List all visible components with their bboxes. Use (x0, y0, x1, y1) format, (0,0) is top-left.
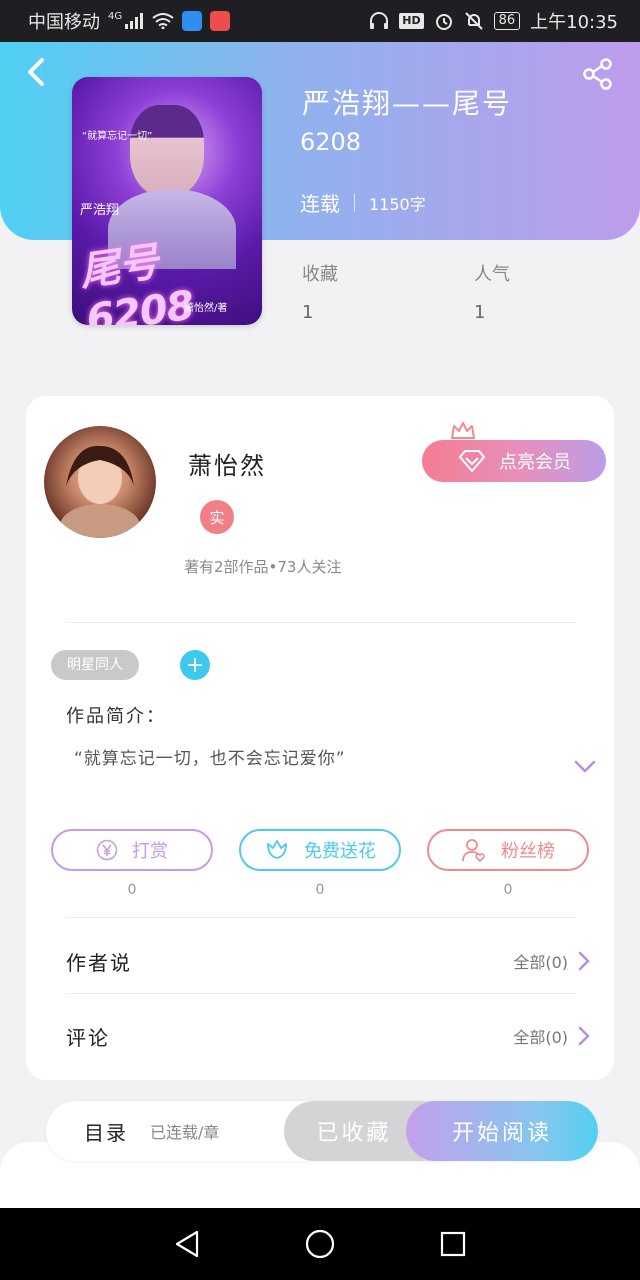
intro-text: “就算忘记一切，也不会忘记爱你” (74, 749, 346, 769)
share-icon (583, 58, 612, 90)
add-tag-button[interactable]: + (180, 650, 210, 680)
book-cover[interactable]: “就算忘记一切” 严浩翔 尾号6208 萧怡然/著 (72, 77, 262, 325)
nav-recents-button[interactable] (433, 1224, 473, 1264)
book-title: 严浩翔——尾号 (302, 87, 513, 120)
avatar-portrait-icon (60, 445, 140, 538)
popularity-value: 1 (474, 302, 486, 323)
shield-app-icon (182, 11, 203, 31)
author-meta: 著有2部作品•73人关注 (184, 558, 342, 576)
comments-title: 评论 (66, 1025, 110, 1050)
collect-label: 收藏 (302, 264, 338, 285)
wifi-icon (152, 13, 174, 29)
reading-action-bar: 目录 已连载/章 已收藏 开始阅读 (46, 1101, 598, 1161)
hd-icon: HD (399, 13, 424, 29)
share-button[interactable] (580, 56, 616, 92)
chevron-right-icon (578, 1026, 590, 1046)
signal-icon (124, 13, 144, 29)
chevron-right-icon (578, 951, 590, 971)
comments-all: 全部(0) (513, 1028, 568, 1047)
square-recents-icon (441, 1231, 466, 1257)
table-of-contents-button[interactable]: 目录 已连载/章 (84, 1101, 219, 1161)
crown-icon (451, 422, 475, 439)
fan-ranking-button[interactable]: 粉丝榜 (427, 829, 589, 871)
nav-back-button[interactable] (167, 1224, 207, 1264)
book-subtitle: 6208 (300, 128, 362, 156)
network-label: 4G (108, 10, 123, 22)
author-says-row[interactable]: 作者说 全部(0) (66, 941, 590, 981)
divider (66, 917, 576, 918)
alarm-icon (434, 11, 454, 31)
reward-button[interactable]: 打赏 (51, 829, 213, 871)
reward-count: 0 (127, 882, 137, 898)
author-avatar[interactable] (44, 426, 156, 538)
status-divider (354, 193, 355, 212)
author-says-title: 作者说 (66, 950, 132, 975)
send-flower-button[interactable]: 免费送花 (239, 829, 401, 871)
mall-app-icon (210, 11, 231, 31)
cover-credit: 萧怡然/著 (184, 303, 228, 314)
nav-home-button[interactable] (300, 1224, 340, 1264)
intro-label: 作品简介： (66, 706, 166, 727)
battery-indicator: 86 (493, 12, 521, 30)
cover-title: 尾号6208 (77, 239, 197, 325)
flower-icon (267, 840, 287, 859)
toc-label: 目录 (84, 1120, 128, 1145)
clock: 上午10:35 (530, 12, 618, 33)
status-bar: 中国移动 4G HD 86 上午10:35 (0, 0, 640, 42)
back-button[interactable] (22, 56, 52, 88)
reward-label: 打赏 (132, 841, 168, 862)
fan-count: 0 (503, 882, 513, 898)
system-nav-bar (0, 1208, 640, 1280)
diamond-icon (459, 450, 485, 472)
vip-button-label: 点亮会员 (499, 452, 571, 473)
cover-name: 严浩翔 (80, 203, 120, 218)
comments-row[interactable]: 评论 全部(0) (66, 1016, 590, 1056)
yen-icon (96, 839, 118, 861)
start-reading-button[interactable]: 开始阅读 (406, 1101, 598, 1161)
flower-count: 0 (315, 882, 325, 898)
chevron-left-icon (28, 58, 44, 86)
popularity-label: 人气 (474, 264, 510, 285)
headphones-icon (369, 12, 389, 30)
collect-value: 1 (302, 302, 314, 323)
author-name[interactable]: 萧怡然 (188, 446, 266, 481)
chevron-down-icon[interactable] (574, 760, 596, 774)
vip-button[interactable]: 点亮会员 (422, 440, 606, 482)
fan-ranking-label: 粉丝榜 (501, 841, 555, 862)
verified-badge: 实 (200, 500, 234, 534)
circle-home-icon (305, 1229, 335, 1259)
serial-status: 连载 (300, 192, 340, 216)
book-status: 连载 1150字 (300, 188, 426, 217)
toc-subtext: 已连载/章 (150, 1123, 220, 1142)
word-count: 1150字 (369, 194, 426, 214)
divider (66, 622, 576, 623)
carrier-label: 中国移动 (28, 12, 100, 33)
fan-user-icon (462, 839, 485, 863)
mute-icon (464, 11, 484, 31)
cover-slogan: “就算忘记一切” (82, 131, 153, 142)
divider (66, 993, 576, 994)
send-flower-label: 免费送花 (304, 841, 376, 862)
cover-portrait (130, 105, 204, 197)
genre-tag[interactable]: 明星同人 (51, 650, 139, 680)
author-says-all: 全部(0) (513, 953, 568, 972)
book-info-card: 萧怡然 实 著有2部作品•73人关注 点亮会员 明星同人 + 作品简介： “就算… (26, 396, 614, 1080)
triangle-back-icon (175, 1230, 198, 1258)
